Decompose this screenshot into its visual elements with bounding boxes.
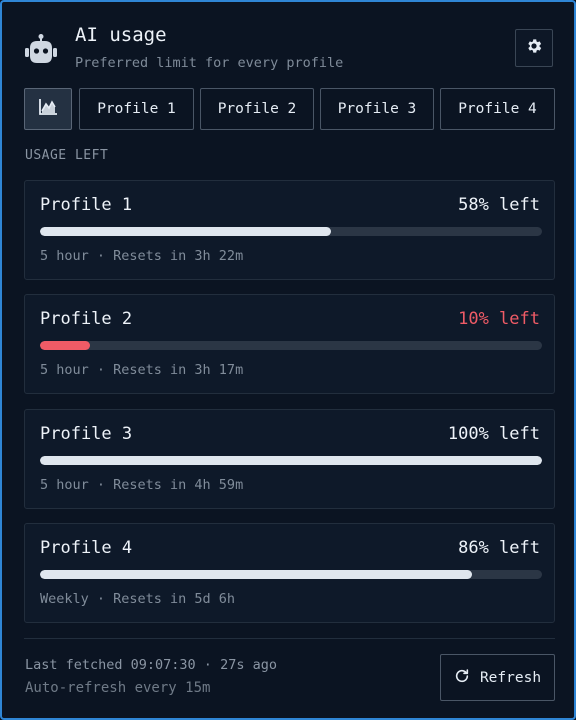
settings-button[interactable] — [515, 29, 553, 67]
usage-bar — [40, 227, 542, 236]
usage-bar-fill — [40, 570, 472, 579]
refresh-button[interactable]: Refresh — [440, 654, 555, 701]
auto-refresh-text: Auto-refresh every 15m — [25, 680, 211, 696]
profile-name: Profile 4 — [40, 538, 133, 558]
refresh-label: Refresh — [479, 669, 542, 686]
footer-divider — [24, 638, 555, 639]
usage-bar-fill — [40, 341, 91, 350]
usage-panel: AI usage Preferred limit for every profi… — [0, 0, 576, 720]
refresh-icon — [454, 668, 470, 688]
reset-info: 5 hour · Resets in 3h 17m — [40, 362, 244, 378]
profile-name: Profile 1 — [40, 195, 133, 215]
tab-profile-4[interactable]: Profile 4 — [440, 88, 555, 130]
header: AI usage Preferred limit for every profi… — [24, 24, 554, 74]
section-label: USAGE LEFT — [25, 148, 109, 163]
last-fetched-text: Last fetched 09:07:30 · 27s ago — [25, 657, 277, 673]
profile-name: Profile 3 — [40, 424, 133, 444]
usage-bar-fill — [40, 456, 542, 465]
chart-icon — [38, 98, 58, 120]
profile-name: Profile 2 — [40, 309, 133, 329]
page-title: AI usage — [75, 24, 167, 46]
reset-info: 5 hour · Resets in 4h 59m — [40, 477, 244, 493]
gear-icon — [525, 37, 543, 59]
profile-card: Profile 4 86% left Weekly · Resets in 5d… — [24, 523, 555, 623]
tab-profile-1[interactable]: Profile 1 — [79, 88, 194, 130]
usage-percent: 10% left — [458, 309, 540, 329]
profile-tabs: Profile 1 Profile 2 Profile 3 Profile 4 — [24, 88, 556, 130]
usage-bar — [40, 456, 542, 465]
reset-info: 5 hour · Resets in 3h 22m — [40, 248, 244, 264]
usage-bar — [40, 570, 542, 579]
profile-card: Profile 1 58% left 5 hour · Resets in 3h… — [24, 180, 555, 280]
usage-percent: 58% left — [458, 195, 540, 215]
usage-percent: 86% left — [458, 538, 540, 558]
page-subtitle: Preferred limit for every profile — [75, 55, 344, 71]
tab-profile-3[interactable]: Profile 3 — [320, 88, 434, 130]
usage-bar — [40, 341, 542, 350]
profile-card: Profile 3 100% left 5 hour · Resets in 4… — [24, 409, 555, 509]
robot-icon — [24, 34, 58, 68]
tab-profile-2[interactable]: Profile 2 — [200, 88, 314, 130]
usage-bar-fill — [40, 227, 332, 236]
tab-chart[interactable] — [24, 88, 72, 130]
profile-card: Profile 2 10% left 5 hour · Resets in 3h… — [24, 294, 555, 394]
usage-percent: 100% left — [447, 424, 540, 444]
reset-info: Weekly · Resets in 5d 6h — [40, 591, 236, 607]
